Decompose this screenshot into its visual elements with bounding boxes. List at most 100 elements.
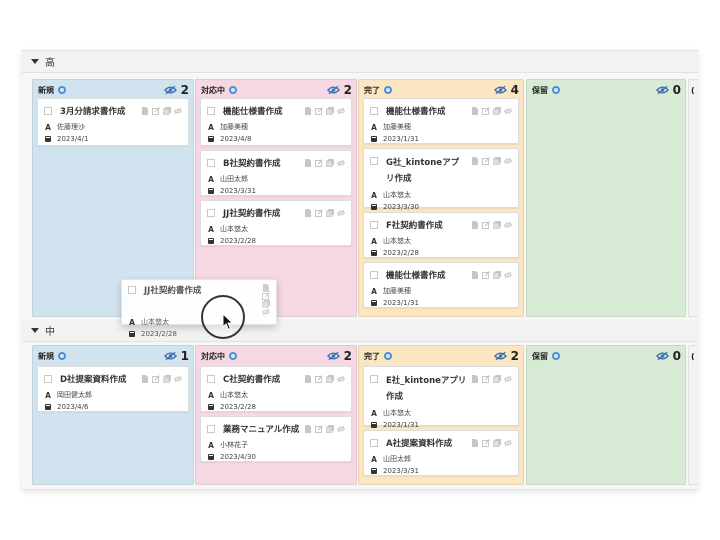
task-card[interactable]: 機能仕様書作成 A 加藤美穂 2023/1/31 <box>363 98 519 144</box>
document-icon[interactable] <box>471 439 479 447</box>
card-checkbox[interactable] <box>128 286 136 294</box>
edit-icon[interactable] <box>315 425 323 433</box>
copy-icon[interactable] <box>326 107 334 115</box>
edit-icon[interactable] <box>482 375 490 383</box>
document-icon[interactable] <box>471 271 479 279</box>
edit-icon[interactable] <box>482 157 490 165</box>
document-icon[interactable] <box>141 375 149 383</box>
document-icon[interactable] <box>262 284 270 292</box>
hide-icon[interactable] <box>504 271 512 279</box>
copy-icon[interactable] <box>326 425 334 433</box>
copy-icon[interactable] <box>493 271 501 279</box>
eye-hidden-icon[interactable] <box>163 351 177 361</box>
info-icon[interactable] <box>384 86 392 94</box>
info-icon[interactable] <box>58 86 66 94</box>
copy-icon[interactable] <box>163 107 171 115</box>
eye-hidden-icon[interactable] <box>655 85 669 95</box>
card-checkbox[interactable] <box>44 107 52 115</box>
document-icon[interactable] <box>304 425 312 433</box>
card-checkbox[interactable] <box>370 375 378 383</box>
hide-icon[interactable] <box>337 375 345 383</box>
hide-icon[interactable] <box>174 107 182 115</box>
dragging-card[interactable]: JJ社契約書作成 A 山本悠太 2023/2/28 <box>121 279 277 338</box>
hide-icon[interactable] <box>337 425 345 433</box>
task-card[interactable]: B社契約書作成 A 山田太郎 2023/3/31 <box>200 150 352 196</box>
edit-icon[interactable] <box>152 375 160 383</box>
copy-icon[interactable] <box>163 375 171 383</box>
task-card[interactable]: D社提案資料作成 A 岡田健太郎 2023/4/6 <box>37 366 189 412</box>
document-icon[interactable] <box>471 221 479 229</box>
card-checkbox[interactable] <box>370 221 378 229</box>
edit-icon[interactable] <box>315 107 323 115</box>
hide-icon[interactable] <box>337 209 345 217</box>
edit-icon[interactable] <box>482 439 490 447</box>
edit-icon[interactable] <box>482 107 490 115</box>
group-header-high[interactable]: 高 <box>22 51 698 73</box>
hide-icon[interactable] <box>174 375 182 383</box>
eye-hidden-icon[interactable] <box>493 85 507 95</box>
document-icon[interactable] <box>471 157 479 165</box>
hide-icon[interactable] <box>262 308 270 316</box>
hide-icon[interactable] <box>337 159 345 167</box>
edit-icon[interactable] <box>482 221 490 229</box>
edit-icon[interactable] <box>315 209 323 217</box>
edit-icon[interactable] <box>315 159 323 167</box>
info-icon[interactable] <box>552 86 560 94</box>
card-checkbox[interactable] <box>370 157 378 165</box>
hide-icon[interactable] <box>504 221 512 229</box>
task-card[interactable]: 機能仕様書作成 A 加藤美穂 2023/1/31 <box>363 262 519 308</box>
edit-icon[interactable] <box>482 271 490 279</box>
info-icon[interactable] <box>384 352 392 360</box>
collapse-triangle-icon[interactable] <box>31 59 39 64</box>
card-checkbox[interactable] <box>207 159 215 167</box>
info-icon[interactable] <box>229 352 237 360</box>
task-card[interactable]: 機能仕様書作成 A 加藤美穂 2023/4/8 <box>200 98 352 146</box>
task-card[interactable]: JJ社契約書作成 A 山本悠太 2023/2/28 <box>200 200 352 246</box>
hide-icon[interactable] <box>504 439 512 447</box>
copy-icon[interactable] <box>493 375 501 383</box>
eye-hidden-icon[interactable] <box>163 85 177 95</box>
hide-icon[interactable] <box>504 107 512 115</box>
copy-icon[interactable] <box>326 159 334 167</box>
task-card[interactable]: 業務マニュアル作成 A 小林花子 2023/4/30 <box>200 416 352 462</box>
card-checkbox[interactable] <box>44 375 52 383</box>
edit-icon[interactable] <box>315 375 323 383</box>
document-icon[interactable] <box>471 107 479 115</box>
card-checkbox[interactable] <box>370 439 378 447</box>
copy-icon[interactable] <box>493 107 501 115</box>
eye-hidden-icon[interactable] <box>493 351 507 361</box>
copy-icon[interactable] <box>493 221 501 229</box>
task-card[interactable]: A社提案資料作成 A 山田太郎 2023/3/31 <box>363 430 519 476</box>
card-checkbox[interactable] <box>207 209 215 217</box>
document-icon[interactable] <box>304 159 312 167</box>
info-icon[interactable] <box>58 352 66 360</box>
document-icon[interactable] <box>471 375 479 383</box>
copy-icon[interactable] <box>493 157 501 165</box>
hide-icon[interactable] <box>504 157 512 165</box>
eye-hidden-icon[interactable] <box>655 351 669 361</box>
info-icon[interactable] <box>229 86 237 94</box>
card-checkbox[interactable] <box>207 375 215 383</box>
info-icon[interactable] <box>552 352 560 360</box>
copy-icon[interactable] <box>326 375 334 383</box>
copy-icon[interactable] <box>493 439 501 447</box>
card-checkbox[interactable] <box>207 425 215 433</box>
edit-icon[interactable] <box>152 107 160 115</box>
card-checkbox[interactable] <box>207 107 215 115</box>
eye-hidden-icon[interactable] <box>326 351 340 361</box>
edit-icon[interactable] <box>262 292 270 300</box>
card-checkbox[interactable] <box>370 107 378 115</box>
task-card[interactable]: 3月分請求書作成 A 佐藤理沙 2023/4/1 <box>37 98 189 146</box>
hide-icon[interactable] <box>504 375 512 383</box>
task-card[interactable]: G社_kintoneアプリ作成 A 山本悠太 2023/3/30 <box>363 148 519 211</box>
document-icon[interactable] <box>304 107 312 115</box>
task-card[interactable]: C社契約書作成 A 山本悠太 2023/2/28 <box>200 366 352 412</box>
card-checkbox[interactable] <box>370 271 378 279</box>
hide-icon[interactable] <box>337 107 345 115</box>
document-icon[interactable] <box>304 375 312 383</box>
task-card[interactable]: F社契約書作成 A 山本悠太 2023/2/28 <box>363 212 519 258</box>
collapse-triangle-icon[interactable] <box>31 328 39 333</box>
eye-hidden-icon[interactable] <box>326 85 340 95</box>
copy-icon[interactable] <box>326 209 334 217</box>
document-icon[interactable] <box>141 107 149 115</box>
